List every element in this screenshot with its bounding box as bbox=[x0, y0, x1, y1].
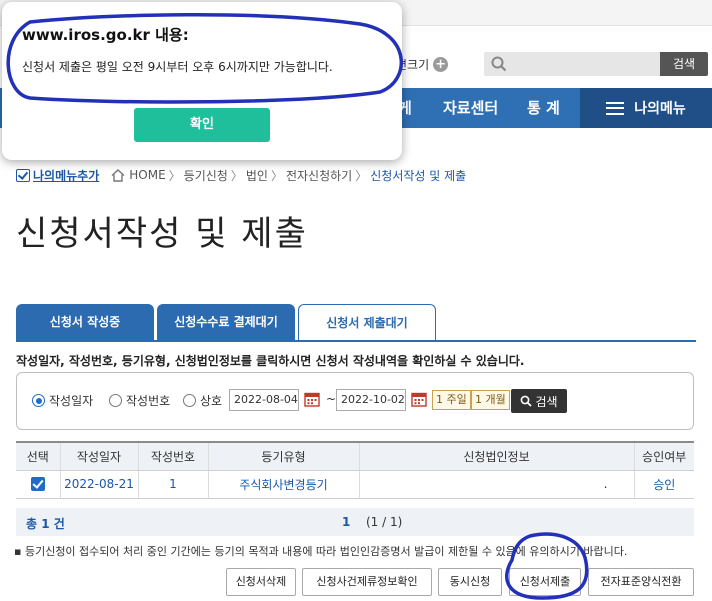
row-type[interactable]: 주식회사변경등기 bbox=[208, 470, 360, 499]
breadcrumb-separator: 〉 bbox=[230, 168, 243, 183]
row-number[interactable]: 1 bbox=[138, 470, 209, 499]
col-number: 작성번호 bbox=[138, 441, 209, 471]
row-checkbox[interactable] bbox=[30, 477, 45, 492]
one-week-button[interactable]: 1 주일 bbox=[432, 390, 471, 410]
search-icon bbox=[491, 56, 507, 72]
application-table: 선택 작성일자 작성번호 등기유형 신청법인정보 승인여부 2022-08-21… bbox=[16, 441, 694, 499]
tab-fee-payment[interactable]: 신청수수료 결제대기 bbox=[157, 304, 295, 340]
table-header-row: 선택 작성일자 작성번호 등기유형 신청법인정보 승인여부 bbox=[16, 441, 694, 471]
tab-submission-pending[interactable]: 신청서 제출대기 bbox=[298, 304, 436, 340]
table-row[interactable]: 2022-08-21 1 주식회사변경등기 . 승인 bbox=[16, 470, 694, 499]
col-select: 선택 bbox=[16, 441, 61, 471]
row-date[interactable]: 2022-08-21 bbox=[60, 470, 139, 499]
my-menu-label: 나의메뉴 bbox=[634, 101, 686, 117]
guide-text: 작성일자, 작성번호, 등기유형, 신청법인정보를 클릭하시면 신청서 작성내역… bbox=[16, 354, 525, 368]
dialog-title: www.iros.go.kr 내용: bbox=[22, 26, 189, 44]
tab-underline bbox=[16, 340, 696, 342]
row-approval[interactable]: 승인 bbox=[634, 470, 694, 499]
row-corp-info[interactable]: . bbox=[359, 470, 635, 499]
radio-button[interactable] bbox=[183, 394, 196, 407]
dialog-ok-button[interactable]: 확인 bbox=[134, 108, 270, 142]
col-date: 작성일자 bbox=[60, 441, 139, 471]
alert-dialog: www.iros.go.kr 내용: 신청서 제출은 평일 오전 9시부터 오후… bbox=[2, 2, 402, 160]
radio-date[interactable]: 작성일자 bbox=[32, 392, 93, 409]
calendar-icon[interactable] bbox=[304, 391, 320, 407]
col-approval: 승인여부 bbox=[634, 441, 694, 471]
breadcrumb-home[interactable]: HOME bbox=[129, 168, 165, 182]
total-count: 총 1 건 bbox=[26, 517, 65, 531]
search-button[interactable]: 검색 bbox=[660, 52, 708, 76]
radio-label: 작성일자 bbox=[49, 394, 94, 408]
search-icon bbox=[521, 395, 533, 407]
radio-button-selected[interactable] bbox=[32, 394, 45, 407]
page-title: 신청서작성 및 제출 bbox=[16, 214, 308, 254]
plus-icon[interactable]: + bbox=[433, 57, 449, 72]
breadcrumb: 나의메뉴추가 HOME 〉 등기신청 〉 법인 〉 전자신청하기 〉 신청서작성… bbox=[16, 166, 466, 184]
breadcrumb-e-application[interactable]: 전자신청하기 bbox=[286, 167, 352, 184]
my-menu-add-link[interactable]: 나의메뉴추가 bbox=[16, 167, 99, 184]
hamburger-icon bbox=[606, 101, 625, 115]
page-number[interactable]: 1 bbox=[342, 515, 350, 529]
checkbox-icon bbox=[16, 168, 30, 182]
filter-search-label: 검색 bbox=[535, 394, 558, 409]
breadcrumb-separator: 〉 bbox=[355, 168, 368, 183]
search-input[interactable] bbox=[484, 52, 660, 76]
radio-number[interactable]: 작성번호 bbox=[109, 392, 170, 409]
radio-label: 작성번호 bbox=[126, 394, 171, 408]
breadcrumb-registration[interactable]: 등기신청 bbox=[184, 167, 228, 184]
filter-search-button[interactable]: 검색 bbox=[511, 389, 567, 413]
breadcrumb-corporation[interactable]: 법인 bbox=[246, 167, 268, 184]
date-range-separator: ~ bbox=[326, 392, 337, 406]
nav-item-data-center[interactable]: 자료센터 bbox=[443, 88, 498, 128]
standard-form-convert-button[interactable]: 전자표준양식전환 bbox=[588, 568, 694, 596]
tab-drafting[interactable]: 신청서 작성중 bbox=[16, 304, 154, 340]
notice-body: 등기신청이 접수되어 처리 중인 기간에는 등기의 목적과 내용에 따라 법인인… bbox=[24, 545, 628, 558]
radio-button[interactable] bbox=[109, 394, 122, 407]
breadcrumb-separator: 〉 bbox=[270, 168, 283, 183]
date-from-input[interactable]: 2022-08-04 bbox=[229, 389, 299, 411]
col-type: 등기유형 bbox=[208, 441, 360, 471]
simultaneous-application-button[interactable]: 동시신청 bbox=[438, 568, 502, 596]
dialog-message: 신청서 제출은 평일 오전 9시부터 오후 6시까지만 가능합니다. bbox=[22, 60, 333, 74]
breadcrumb-current: 신청서작성 및 제출 bbox=[370, 168, 467, 183]
row-checkbox-cell[interactable] bbox=[16, 470, 61, 499]
my-menu-add-label: 나의메뉴추가 bbox=[33, 168, 100, 183]
submit-application-button[interactable]: 신청서제출 bbox=[509, 568, 581, 596]
font-size-control[interactable]: 면크기 + bbox=[396, 56, 449, 73]
pending-case-info-button[interactable]: 신청사건제류정보확인 bbox=[302, 568, 432, 596]
one-month-button[interactable]: 1 개월 bbox=[471, 390, 510, 410]
calendar-icon[interactable] bbox=[411, 391, 427, 407]
radio-company[interactable]: 상호 bbox=[183, 392, 222, 409]
delete-application-button[interactable]: 신청서삭제 bbox=[226, 568, 296, 596]
home-icon bbox=[111, 168, 125, 182]
nav-item-statistics[interactable]: 통 계 bbox=[527, 88, 560, 128]
notice-text: ▪ 등기신청이 접수되어 처리 중인 기간에는 등기의 목적과 내용에 따라 법… bbox=[14, 545, 628, 558]
my-menu-button[interactable]: 나의메뉴 bbox=[580, 88, 712, 128]
date-to-input[interactable]: 2022-10-02 bbox=[336, 389, 406, 411]
pager: 총 1 건 1 (1 / 1) bbox=[16, 508, 694, 536]
radio-label: 상호 bbox=[200, 394, 223, 408]
breadcrumb-separator: 〉 bbox=[168, 168, 181, 183]
col-corp-info: 신청법인정보 bbox=[359, 441, 635, 471]
page-of: (1 / 1) bbox=[366, 515, 403, 529]
